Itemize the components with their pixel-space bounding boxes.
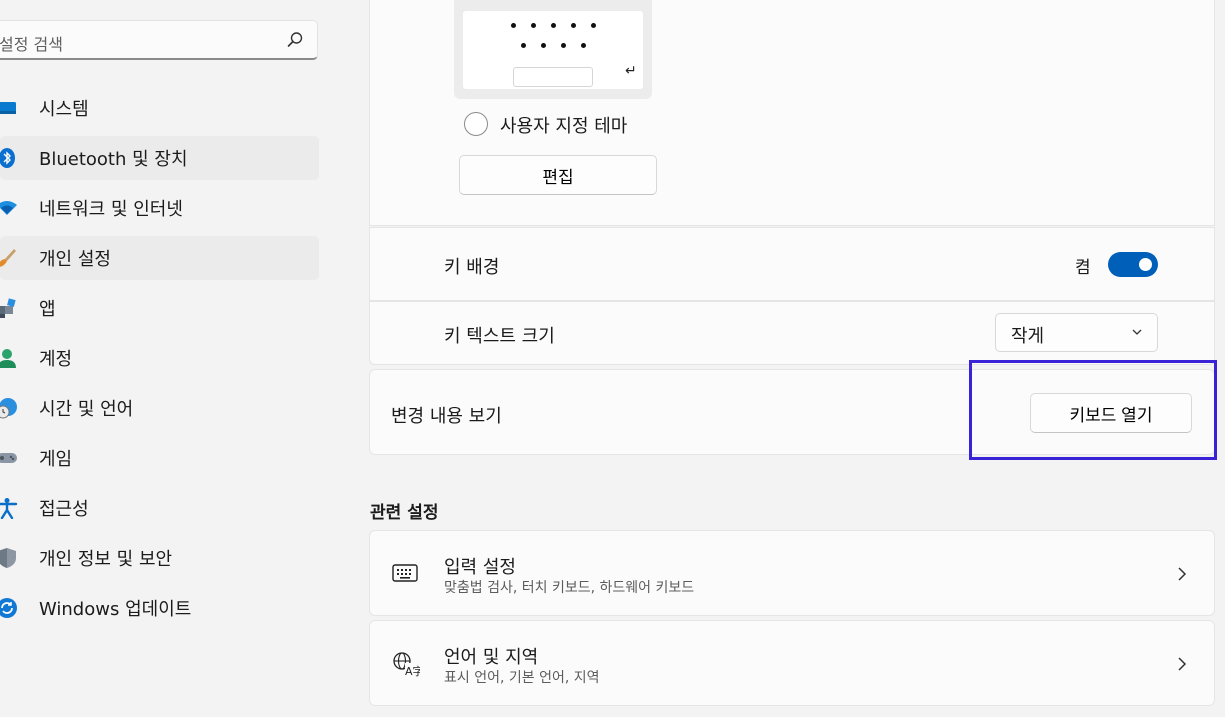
key-background-label: 키 배경 — [444, 257, 500, 278]
account-icon — [0, 347, 18, 369]
sidebar-item-system[interactable]: 시스템 — [0, 86, 320, 130]
input-settings-title: 입력 설정 — [444, 557, 516, 578]
edit-button[interactable]: 편집 — [459, 155, 657, 195]
spacebar-key — [513, 67, 593, 87]
sidebar-item-label: 계정 — [39, 349, 73, 370]
sidebar-item-label: 게임 — [39, 449, 73, 470]
enter-icon: ↵ — [625, 63, 637, 79]
keyboard-icon — [392, 564, 418, 582]
custom-theme-radio[interactable] — [464, 112, 488, 136]
key-text-size-label: 키 텍스트 크기 — [444, 326, 555, 347]
globe-clock-icon — [0, 397, 18, 419]
sidebar-item-gaming[interactable]: 게임 — [0, 436, 320, 480]
sidebar-item-personalization[interactable]: 개인 설정 — [0, 236, 319, 280]
sidebar-item-accounts[interactable]: 계정 — [0, 336, 320, 380]
gamepad-icon — [0, 447, 18, 469]
sidebar-item-bluetooth[interactable]: Bluetooth 및 장치 — [0, 136, 319, 180]
sidebar-item-label: 개인 설정 — [39, 249, 111, 270]
sidebar-item-label: Windows 업데이트 — [39, 599, 192, 620]
chevron-right-icon — [1178, 657, 1187, 671]
dropdown-value: 작게 — [1011, 326, 1045, 347]
language-region-title: 언어 및 지역 — [444, 647, 539, 668]
input-settings-subtitle: 맞춤법 검사, 터치 키보드, 하드웨어 키보드 — [444, 580, 695, 596]
sidebar-item-label: 접근성 — [39, 499, 89, 520]
sidebar-item-label: 시스템 — [39, 99, 89, 120]
view-changes-label: 변경 내용 보기 — [391, 406, 502, 427]
key-text-size-dropdown[interactable]: 작게 — [995, 313, 1158, 352]
wifi-icon — [0, 197, 18, 219]
sidebar-item-label: 앱 — [39, 299, 56, 320]
chevron-right-icon — [1178, 567, 1187, 581]
keyboard-theme-preview[interactable]: ↵ — [454, 0, 652, 99]
accessibility-icon — [0, 497, 18, 519]
system-icon — [0, 97, 18, 119]
sidebar-item-privacy[interactable]: 개인 정보 및 보안 — [0, 536, 320, 580]
search-input[interactable]: 설정 검색 — [0, 31, 63, 55]
sidebar-item-time-language[interactable]: 시간 및 언어 — [0, 386, 320, 430]
key-background-toggle[interactable] — [1108, 252, 1158, 277]
sidebar-item-label: Bluetooth 및 장치 — [39, 149, 188, 170]
sidebar-item-label: 네트워크 및 인터넷 — [39, 199, 183, 220]
toggle-state: 켬 — [1075, 258, 1091, 278]
language-region-subtitle: 표시 언어, 기본 언어, 지역 — [444, 670, 600, 686]
search-box[interactable]: 설정 검색 — [0, 20, 318, 60]
sidebar-nav: 시스템 Bluetooth 및 장치 네트워크 및 인터넷 개인 설정 앱 계정 — [0, 86, 320, 636]
sidebar-item-label: 시간 및 언어 — [39, 399, 134, 420]
keyboard-preview-area: ↵ — [463, 11, 643, 89]
highlight-box — [969, 360, 1217, 460]
sidebar-item-windows-update[interactable]: Windows 업데이트 — [0, 586, 320, 630]
sidebar-item-accessibility[interactable]: 접근성 — [0, 486, 320, 530]
svg-text:A字: A字 — [405, 664, 420, 677]
language-icon: A字 — [393, 652, 420, 677]
shield-icon — [0, 547, 18, 569]
bluetooth-icon — [0, 147, 18, 169]
paintbrush-icon — [0, 247, 18, 269]
sidebar-item-network[interactable]: 네트워크 및 인터넷 — [0, 186, 320, 230]
related-settings-title: 관련 설정 — [370, 503, 439, 523]
apps-icon — [0, 297, 18, 319]
custom-theme-label: 사용자 지정 테마 — [500, 116, 628, 137]
search-icon[interactable] — [285, 30, 305, 50]
sidebar-item-label: 개인 정보 및 보안 — [39, 549, 173, 570]
sidebar-item-apps[interactable]: 앱 — [0, 286, 320, 330]
update-icon — [0, 597, 18, 619]
chevron-down-icon — [1132, 329, 1142, 335]
